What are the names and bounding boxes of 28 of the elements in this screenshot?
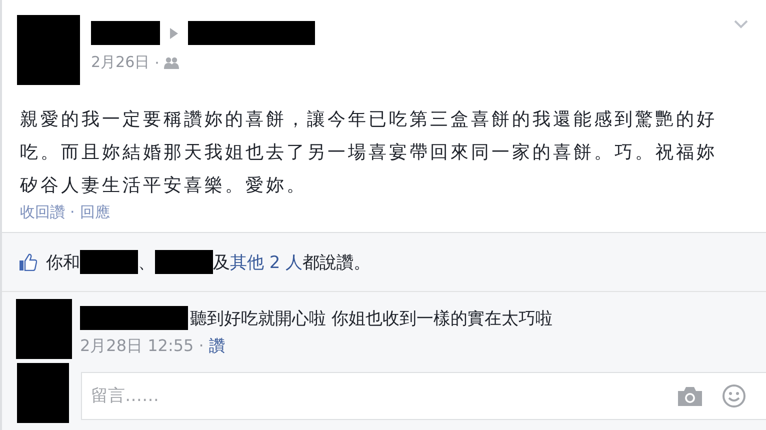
separator: · <box>70 203 75 222</box>
smiley-icon[interactable] <box>722 384 746 408</box>
like-text: 及 <box>213 252 230 274</box>
separator: · <box>198 336 204 357</box>
post-text: 親愛的我一定要稱讚妳的喜餅，讓今年已吃第三盒喜餅的我還能感到驚艷的好吃。而且妳結婚那天我姐也去了另一場喜宴帶回來同一家的喜餅。巧。祝福妳矽谷人妻生活平安喜樂。愛妳。 <box>20 108 718 198</box>
comment-text: 聽到好吃就開心啦 你姐也收到一樣的實在太巧啦 <box>190 308 552 330</box>
triangle-icon <box>170 28 178 38</box>
action-link[interactable]: 收回讚 <box>20 203 65 222</box>
redaction-bar <box>91 21 160 45</box>
separator: · <box>154 54 160 72</box>
like-link[interactable]: 讚 <box>208 336 225 357</box>
avatar <box>16 299 72 359</box>
chevron-down-icon[interactable] <box>734 20 748 29</box>
like-text: 你和 <box>46 252 80 274</box>
comment-field[interactable]: 留言…… <box>81 372 766 420</box>
redaction-bar <box>80 250 138 274</box>
avatar <box>17 15 80 85</box>
post-date[interactable]: 2月26日 <box>91 53 150 72</box>
action-link[interactable]: 回應 <box>80 203 110 222</box>
comment-time[interactable]: 2月28日 12:55 <box>80 336 194 357</box>
like-text: 都說讚。 <box>302 252 371 274</box>
thumbs-up-icon <box>19 253 37 271</box>
redaction-bar <box>155 250 213 274</box>
camera-icon[interactable] <box>678 387 702 406</box>
others-link[interactable]: 其他 2 人 <box>230 250 303 274</box>
like-text: 、 <box>138 252 155 274</box>
avatar <box>17 363 69 423</box>
people-icon[interactable] <box>164 56 180 68</box>
